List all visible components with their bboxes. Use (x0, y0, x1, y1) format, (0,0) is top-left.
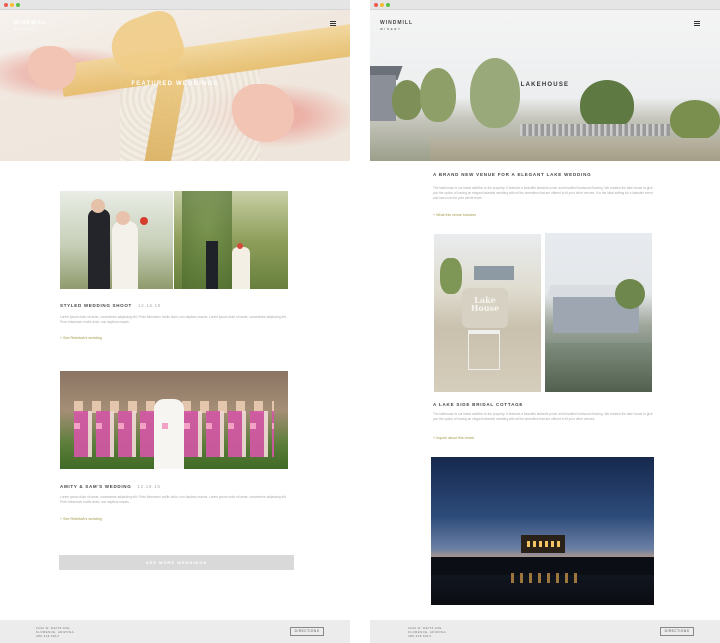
directions-button[interactable]: DIRECTIONS (660, 627, 694, 636)
hero-banner: WINDMILL WINERY LAKEHOUSE (370, 10, 720, 161)
site-footer: 2240 W. DEITZ AVE FLORENCE, ARIZONA 480.… (0, 620, 350, 643)
browser-chrome (370, 0, 720, 10)
post-link[interactable]: + See Rebekah's wedding (60, 336, 102, 340)
post-title-text: AMITY & SAM'S WEDDING (60, 484, 132, 489)
maximize-window-dot[interactable] (386, 3, 390, 7)
hero-tree-image (470, 58, 520, 128)
lakehouse-night-photo[interactable] (431, 457, 654, 605)
post-excerpt: Lorem ipsum dolor sit amet, consectetur … (60, 315, 287, 324)
section-link[interactable]: + Inquire about this rental (433, 436, 474, 440)
bridal-party-photo[interactable] (60, 371, 288, 469)
hero-deck-image (520, 124, 670, 136)
wedding-tree-photo[interactable] (174, 191, 288, 289)
section-body: The lakehouse is our latest addition to … (433, 186, 653, 200)
directions-button[interactable]: DIRECTIONS (290, 627, 324, 636)
menu-icon[interactable] (330, 21, 336, 26)
site-logo[interactable]: WINDMILL WINERY (14, 20, 47, 31)
post-link[interactable]: + See Rebekah's wedding (60, 517, 102, 521)
browser-window-lakehouse: WINDMILL WINERY LAKEHOUSE A BRAND NEW VE… (370, 0, 720, 643)
section-heading: A LAKE SIDE BRIDAL COTTAGE (433, 402, 524, 407)
hero-lake-image (430, 138, 720, 161)
post-date: 12.16.15 (137, 303, 162, 308)
menu-icon[interactable] (694, 21, 700, 26)
close-window-dot[interactable] (4, 3, 8, 7)
post-title[interactable]: STYLED WEDDING SHOOT 12.16.15 (60, 303, 161, 308)
site-footer: 2240 W. DEITZ AVE FLORENCE, ARIZONA 480.… (370, 620, 720, 643)
logo-text: WINDMILL (380, 20, 413, 26)
section-heading: A BRAND NEW VENUE FOR A ELEGANT LAKE WED… (433, 172, 592, 177)
maximize-window-dot[interactable] (16, 3, 20, 7)
hero-tree-image (670, 100, 720, 140)
logo-subtext: WINERY (380, 27, 402, 31)
footer-address: 2240 W. DEITZ AVE FLORENCE, ARIZONA 480.… (36, 626, 74, 638)
hero-banner: WINDMILL WINERY FEATURED WEDDINGS (0, 10, 350, 161)
minimize-window-dot[interactable] (10, 3, 14, 7)
logo-text: WINDMILL (14, 20, 47, 26)
post-title[interactable]: AMITY & SAM'S WEDDING 12.16.15 (60, 484, 161, 489)
post-date: 12.16.15 (137, 484, 161, 489)
phone-number: 480.318.6913 (408, 634, 432, 638)
wedding-couple-photo[interactable] (60, 191, 173, 289)
page-title: LAKEHOUSE (520, 82, 570, 88)
lake-house-sign: Lake House (470, 295, 500, 313)
lake-house-sign-photo[interactable]: Lake House (434, 234, 541, 392)
site-logo[interactable]: WINDMILL WINERY (380, 20, 413, 31)
logo-subtext: WINERY (14, 27, 36, 31)
minimize-window-dot[interactable] (380, 3, 384, 7)
cottage-photo[interactable] (545, 233, 652, 392)
browser-chrome (0, 0, 350, 10)
close-window-dot[interactable] (374, 3, 378, 7)
hero-tree-image (420, 68, 456, 122)
section-link[interactable]: + What this venue includes (433, 213, 476, 217)
phone-number: 480.318.6913 (36, 634, 60, 638)
post-excerpt: Lorem ipsum dolor sit amet, consectetur … (60, 495, 287, 504)
page-title: FEATURED WEDDINGS (131, 81, 219, 87)
browser-window-featured-weddings: WINDMILL WINERY FEATURED WEDDINGS STYLED… (0, 0, 350, 643)
footer-address: 2240 W. DEITZ AVE FLORENCE, ARIZONA 480.… (408, 626, 446, 638)
see-more-weddings-button[interactable]: SEE MORE WEDDINGS (59, 555, 294, 570)
section-body: The lakehouse is our latest addition to … (433, 412, 653, 421)
post-title-text: STYLED WEDDING SHOOT (60, 303, 133, 308)
